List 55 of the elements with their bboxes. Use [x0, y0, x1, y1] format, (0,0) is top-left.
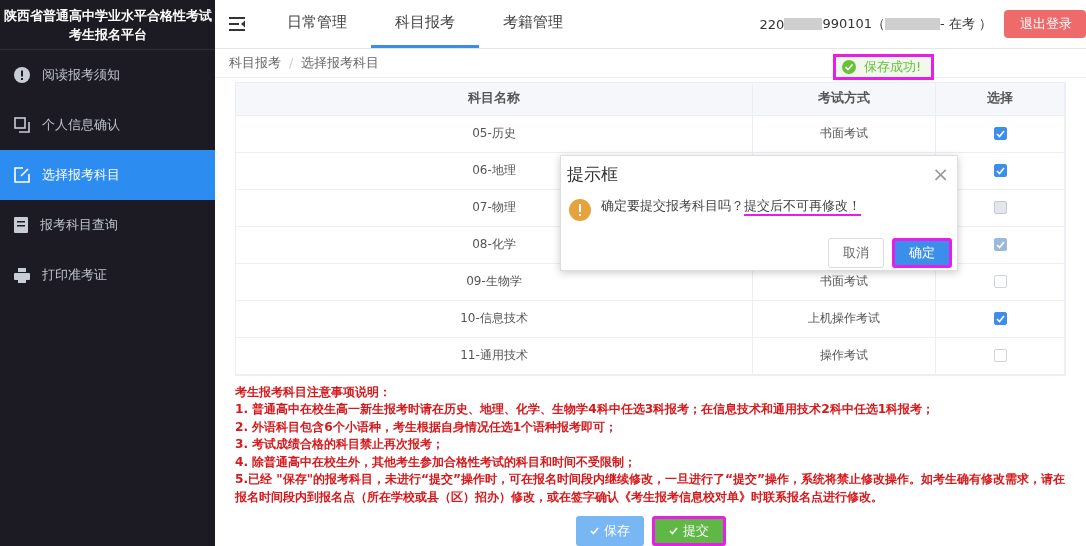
user-id-text: 990101（: [822, 15, 886, 33]
check-icon: [668, 527, 678, 535]
notice-text: 1. 普通高中在校生高一新生报考时请在历史、地理、化学、生物学4科中任选3科报考；在信息技术和通用技术2科中任选1科报考；: [235, 401, 936, 418]
printer-icon: [14, 267, 30, 283]
sidebar-item[interactable]: 打印准考证: [0, 250, 215, 300]
sidebar-item[interactable]: 阅读报考须知: [0, 50, 215, 100]
cancel-button[interactable]: 取消: [828, 238, 884, 268]
table-cell: 上机操作考试: [753, 300, 936, 338]
breadcrumb-item: 选择报考科目: [301, 53, 380, 72]
sidebar-item[interactable]: 选择报考科目: [0, 150, 215, 200]
table-cell: 书面考试: [753, 115, 936, 153]
nav-tab[interactable]: 日常管理: [263, 0, 371, 48]
user-id-text: 220: [759, 16, 785, 32]
exclamation-icon: [14, 67, 30, 83]
breadcrumb-item[interactable]: 科目报考: [229, 53, 281, 72]
breadcrumb-separator: /: [289, 55, 294, 71]
check-icon: [995, 166, 1005, 175]
column-header: 考试方式: [753, 82, 936, 116]
checkbox[interactable]: [993, 349, 1007, 362]
confirm-button[interactable]: 确定: [892, 238, 952, 268]
check-icon: [995, 240, 1005, 249]
column-header: 科目名称: [236, 82, 753, 116]
sidebar-item[interactable]: 个人信息确认: [0, 100, 215, 150]
sidebar-item[interactable]: 报考科目查询: [0, 200, 215, 250]
redacted-block: [885, 18, 941, 30]
copy-icon: [14, 117, 30, 133]
checkbox[interactable]: [993, 127, 1007, 140]
checkbox[interactable]: [993, 312, 1007, 325]
column-header: 选择: [936, 82, 1065, 116]
check-icon: [589, 527, 599, 535]
check-icon: [995, 314, 1005, 323]
status-text: - 在考 ）: [940, 15, 992, 33]
notice-text: 5.已经 "保存"的报考科目，未进行“提交”操作时，可在报名时间段内继续修改，一旦进行了“提交”操作，系统将禁止修改操作。如考生确有修改需求，请在报名时间段内到报名点（所在学校或县（区）招办）修改，或在签字确认《考生报考信息校对单》时联系报名点进行修改。: [235, 471, 1066, 506]
notice-text: 3. 考试成绩合格的科目禁止再次报考；: [235, 436, 446, 453]
nav-tab[interactable]: 科目报考: [371, 0, 479, 48]
check-circle-icon: [842, 60, 856, 74]
table-cell: 操作考试: [753, 337, 936, 375]
document-icon: [14, 217, 28, 233]
dialog-title: 提示框: [567, 162, 618, 186]
platform-title: 陕西省普通高中学业水平合格性考试 考生报名平台: [0, 0, 215, 50]
notice-text: 考生报考科目注意事项说明：: [235, 383, 392, 401]
warning-icon: [569, 198, 591, 221]
edit-icon: [14, 167, 30, 183]
success-toast: 保存成功!: [833, 54, 935, 80]
redacted-block: [784, 18, 823, 30]
checkbox[interactable]: [993, 275, 1007, 288]
notice-text: 4. 除普通高中在校生外，其他考生参加合格性考试的科目和时间不受限制；: [235, 453, 638, 471]
notice-text: 2. 外语科目包含6个小语种，考生根据自身情况任选1个语种报考即可；: [235, 418, 619, 436]
table-cell: 11-通用技术: [236, 337, 753, 375]
checkbox[interactable]: [993, 164, 1007, 177]
menu-icon[interactable]: [229, 17, 245, 31]
table-cell: 10-信息技术: [236, 300, 753, 338]
table-cell: 05-历史: [236, 115, 753, 153]
nav-tab[interactable]: 考籍管理: [479, 0, 587, 48]
check-icon: [995, 129, 1005, 138]
